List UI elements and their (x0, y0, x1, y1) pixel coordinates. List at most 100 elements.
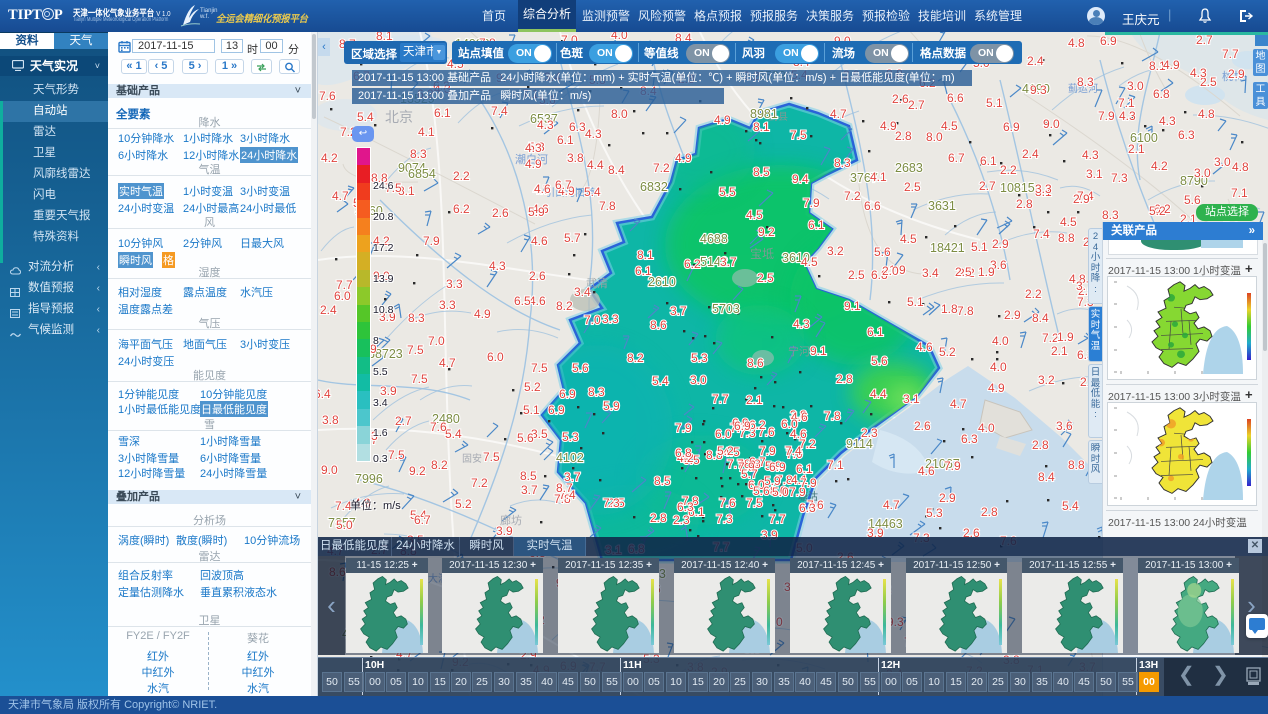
svg-text:4.6: 4.6 (529, 294, 546, 308)
svg-text:6.9: 6.9 (559, 387, 576, 401)
svg-text:2.9: 2.9 (992, 237, 1009, 251)
svg-text:7.8: 7.8 (599, 199, 616, 213)
svg-text:3.8: 3.8 (322, 413, 339, 427)
svg-text:7.2: 7.2 (844, 189, 861, 203)
svg-text:8.3: 8.3 (834, 156, 851, 170)
svg-text:7.5: 7.5 (411, 372, 428, 386)
svg-text:2.5: 2.5 (955, 265, 972, 279)
svg-text:2.4: 2.4 (1027, 54, 1044, 68)
svg-text:5.0: 5.0 (336, 518, 353, 532)
svg-text:5.7: 5.7 (564, 231, 581, 245)
svg-text:6.7: 6.7 (414, 513, 431, 527)
svg-text:8.5: 8.5 (654, 474, 671, 488)
svg-text:7.7: 7.7 (712, 392, 729, 406)
svg-text:7.5: 7.5 (483, 450, 500, 464)
svg-text:3.3: 3.3 (446, 277, 463, 291)
svg-text:4.3: 4.3 (1082, 148, 1099, 162)
svg-text:4.9: 4.9 (675, 151, 692, 165)
svg-text:6.8: 6.8 (1153, 87, 1170, 101)
svg-text:7.6: 7.6 (719, 496, 736, 510)
svg-text:5.2: 5.2 (1149, 204, 1166, 218)
svg-text:5.6: 5.6 (753, 484, 770, 498)
svg-text:6.9: 6.9 (734, 419, 751, 433)
svg-text:3.7: 3.7 (670, 304, 687, 318)
svg-text:7.9: 7.9 (675, 421, 692, 435)
svg-text:2.7: 2.7 (1196, 33, 1213, 47)
svg-text:3.3: 3.3 (1035, 182, 1052, 196)
svg-text:1.9: 1.9 (1057, 330, 1074, 344)
svg-text:北京: 北京 (385, 109, 413, 125)
svg-text:4.9: 4.9 (525, 157, 542, 171)
svg-text:4.3: 4.3 (1190, 66, 1207, 80)
svg-text:4.3: 4.3 (1119, 109, 1136, 123)
svg-text:8.8: 8.8 (1068, 458, 1085, 472)
svg-text:7.3: 7.3 (603, 496, 620, 510)
svg-text:8.4: 8.4 (608, 163, 625, 177)
svg-text:2.5: 2.5 (904, 180, 921, 194)
svg-text:5.6: 5.6 (572, 361, 589, 375)
svg-text:4.4: 4.4 (587, 158, 604, 172)
svg-text:3.1: 3.1 (903, 392, 920, 406)
svg-text:4.9: 4.9 (714, 113, 731, 127)
svg-text:7.1: 7.1 (1118, 96, 1135, 110)
svg-text:6.6: 6.6 (947, 91, 964, 105)
svg-text:4.5: 4.5 (1060, 215, 1077, 229)
svg-text:3.4: 3.4 (922, 266, 939, 280)
svg-text:7.5: 7.5 (388, 448, 405, 462)
svg-text:2.6: 2.6 (492, 206, 509, 220)
svg-text:5.9: 5.9 (528, 205, 545, 219)
svg-text:1.9: 1.9 (978, 265, 995, 279)
svg-text:9.2: 9.2 (758, 225, 775, 239)
svg-text:4.0: 4.0 (992, 334, 1009, 348)
svg-text:6.0: 6.0 (487, 350, 504, 364)
svg-text:7.5: 7.5 (531, 361, 548, 375)
svg-text:2.9: 2.9 (1004, 308, 1021, 322)
svg-text:6.1: 6.1 (635, 264, 652, 278)
svg-text:6.3: 6.3 (677, 500, 694, 514)
svg-text:7.9: 7.9 (1098, 109, 1115, 123)
svg-text:6.8: 6.8 (675, 446, 692, 460)
svg-text:7.9: 7.9 (944, 459, 961, 473)
svg-text:2.9: 2.9 (1073, 192, 1090, 206)
svg-text:4.0: 4.0 (990, 360, 1007, 374)
svg-text:6.5: 6.5 (514, 294, 531, 308)
svg-text:2.6: 2.6 (914, 419, 931, 433)
svg-text:5.6: 5.6 (871, 354, 888, 368)
svg-text:4.6: 4.6 (918, 464, 935, 478)
svg-text:6.1: 6.1 (980, 154, 997, 168)
svg-text:2.6: 2.6 (892, 92, 909, 106)
svg-text:4.1: 4.1 (870, 170, 887, 184)
svg-text:3.2: 3.2 (827, 244, 844, 258)
svg-text:宝坻: 宝坻 (750, 246, 774, 261)
svg-text:5.2: 5.2 (717, 444, 734, 458)
svg-text:6854: 6854 (408, 167, 436, 181)
svg-text:2.2: 2.2 (1025, 287, 1042, 301)
svg-text:2683: 2683 (895, 161, 923, 175)
svg-text:3.8: 3.8 (567, 151, 584, 165)
svg-text:7.7: 7.7 (1222, 47, 1239, 61)
svg-text:4.5: 4.5 (801, 255, 818, 269)
svg-text:6.3: 6.3 (961, 432, 978, 446)
svg-text:2.1: 2.1 (746, 393, 763, 407)
svg-text:2.8: 2.8 (981, 505, 998, 519)
svg-text:2610: 2610 (648, 275, 676, 289)
svg-text:2.8: 2.8 (836, 372, 853, 386)
svg-text:固安: 固安 (462, 452, 482, 465)
svg-text:7.4: 7.4 (785, 444, 802, 458)
svg-text:6.2: 6.2 (453, 202, 470, 216)
svg-text:7996: 7996 (355, 472, 383, 486)
svg-text:2.9: 2.9 (1228, 67, 1245, 81)
svg-text:5.1: 5.1 (986, 96, 1003, 110)
svg-text:18421: 18421 (930, 241, 965, 255)
svg-text:2.4: 2.4 (320, 303, 337, 317)
svg-text:7.1: 7.1 (1231, 186, 1248, 200)
svg-text:3631: 3631 (928, 199, 956, 213)
svg-text:4.9: 4.9 (474, 307, 491, 321)
svg-text:2.1: 2.1 (1128, 142, 1145, 156)
svg-text:5.3: 5.3 (691, 351, 708, 365)
svg-text:2.5: 2.5 (757, 271, 774, 285)
svg-text:5.4: 5.4 (1062, 499, 1079, 513)
svg-text:4.3: 4.3 (1159, 114, 1176, 128)
svg-text:8.5: 8.5 (520, 469, 537, 483)
svg-text:6.9: 6.9 (1003, 120, 1020, 134)
